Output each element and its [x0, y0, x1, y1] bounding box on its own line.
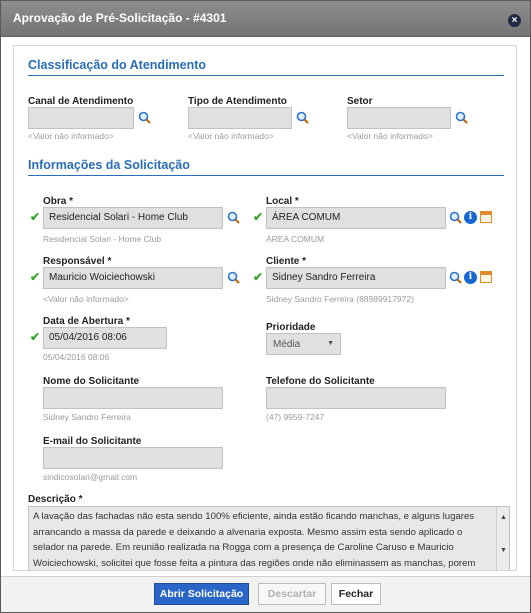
data-abertura-field[interactable]: 05/04/2016 08:06	[43, 327, 167, 349]
dialog-body[interactable]: Classificação do Atendimento Canal de At…	[13, 45, 517, 571]
obra-hint: Residencial Solari - Home Club	[43, 234, 162, 244]
dialog-footer: Abrir Solicitação Descartar Fechar	[1, 576, 530, 612]
setor-field[interactable]	[347, 107, 451, 129]
calendar-icon[interactable]	[480, 271, 492, 283]
prioridade-select[interactable]: Média ▼	[266, 333, 341, 355]
tipo-hint: <Valor não informado>	[188, 131, 274, 141]
local-field[interactable]: ÁREA COMUM	[266, 207, 446, 229]
section-title-classificacao: Classificação do Atendimento	[28, 58, 207, 72]
responsavel-field[interactable]: Mauricio Woiciechowski	[43, 267, 223, 289]
tipo-label: Tipo de Atendimento	[188, 96, 287, 107]
calendar-icon[interactable]	[480, 211, 492, 223]
local-hint: ÁREA COMUM	[266, 234, 325, 244]
telefone-solicitante-field[interactable]	[266, 387, 446, 409]
canal-label: Canal de Atendimento	[28, 96, 134, 107]
scrollbar[interactable]: ▲ ▼	[496, 507, 509, 570]
descricao-textarea[interactable]: A lavação das fachadas não esta sendo 10…	[28, 506, 510, 570]
scroll-down-icon[interactable]: ▼	[500, 543, 507, 559]
section-divider	[28, 175, 504, 176]
abrir-solicitacao-button[interactable]: Abrir Solicitação	[154, 583, 249, 605]
check-icon: ✔	[30, 270, 41, 284]
check-icon: ✔	[253, 270, 264, 284]
check-icon: ✔	[30, 330, 41, 344]
descartar-button[interactable]: Descartar	[258, 583, 326, 605]
cliente-field[interactable]: Sidney Sandro Ferreira	[266, 267, 446, 289]
local-label: Local *	[266, 196, 299, 207]
nome-solicitante-hint: Sidney Sandro Ferreira	[43, 412, 131, 422]
prioridade-value: Média	[273, 339, 301, 350]
canal-hint: <Valor não informado>	[28, 131, 114, 141]
search-icon[interactable]	[455, 111, 468, 124]
responsavel-label: Responsável *	[43, 256, 112, 267]
search-icon[interactable]	[227, 271, 240, 284]
telefone-solicitante-label: Telefone do Solicitante	[266, 376, 375, 387]
info-icon[interactable]: i	[464, 271, 477, 284]
data-abertura-hint: 05/04/2016 08:06	[43, 352, 110, 362]
tipo-field[interactable]	[188, 107, 292, 129]
nome-solicitante-label: Nome do Solicitante	[43, 376, 140, 387]
descricao-text: A lavação das fachadas não esta sendo 10…	[33, 511, 476, 569]
dialog-titlebar: Aprovação de Pré-Solicitação - #4301 ×	[1, 1, 530, 37]
cliente-hint: Sidney Sandro Ferreira (88989917972)	[266, 294, 414, 304]
setor-label: Setor	[347, 96, 373, 107]
email-solicitante-hint: sindicosolari@gmail.com	[43, 472, 138, 482]
data-abertura-label: Data de Abertura *	[43, 316, 130, 327]
scroll-up-icon[interactable]: ▲	[500, 510, 507, 526]
prioridade-label: Prioridade	[266, 322, 316, 333]
obra-label: Obra *	[43, 196, 74, 207]
check-icon: ✔	[253, 210, 264, 224]
search-icon[interactable]	[449, 271, 462, 284]
dialog-title: Aprovação de Pré-Solicitação - #4301	[13, 11, 227, 25]
approval-dialog: Aprovação de Pré-Solicitação - #4301 × C…	[0, 0, 531, 613]
setor-hint: <Valor não informado>	[347, 131, 433, 141]
canal-field[interactable]	[28, 107, 134, 129]
email-solicitante-label: E-mail do Solicitante	[43, 436, 142, 447]
fechar-button[interactable]: Fechar	[331, 583, 381, 605]
email-solicitante-field[interactable]	[43, 447, 223, 469]
search-icon[interactable]	[227, 211, 240, 224]
search-icon[interactable]	[138, 111, 151, 124]
telefone-solicitante-hint: (47) 9959-7247	[266, 412, 325, 422]
search-icon[interactable]	[449, 211, 462, 224]
obra-field[interactable]: Residencial Solari - Home Club	[43, 207, 223, 229]
search-icon[interactable]	[296, 111, 309, 124]
check-icon: ✔	[30, 210, 41, 224]
nome-solicitante-field[interactable]	[43, 387, 223, 409]
section-title-informacoes: Informações da Solicitação	[28, 158, 190, 172]
chevron-down-icon: ▼	[327, 340, 334, 347]
close-icon[interactable]: ×	[508, 14, 521, 27]
info-icon[interactable]: i	[464, 211, 477, 224]
section-divider	[28, 75, 504, 76]
cliente-label: Cliente *	[266, 256, 307, 267]
descricao-label: Descrição *	[28, 494, 83, 505]
responsavel-hint: <Valor não informado>	[43, 294, 129, 304]
